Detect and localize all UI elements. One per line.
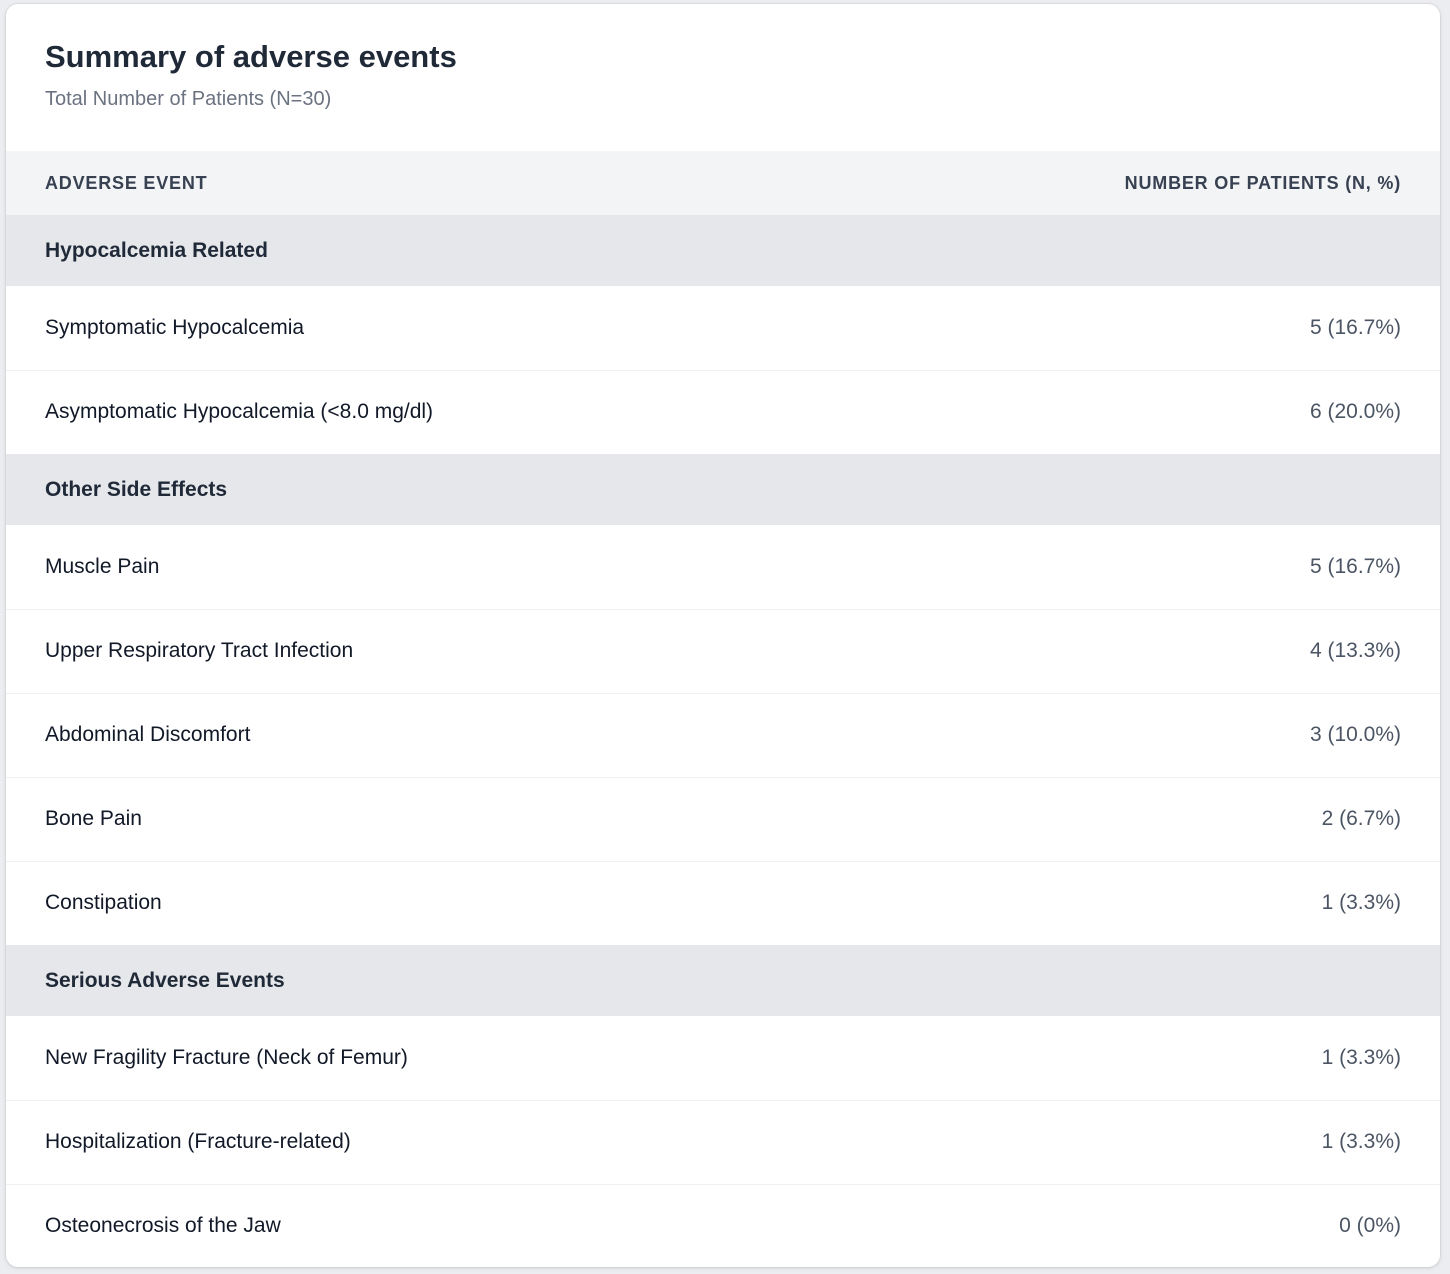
page-subtitle: Total Number of Patients (N=30) xyxy=(45,88,332,110)
event-count: 5 (16.7%) xyxy=(1309,315,1401,339)
group-row-hypocalcemia-related: Hypocalcemia Related xyxy=(6,215,1440,286)
page-title: Summary of adverse events xyxy=(45,39,457,74)
event-count: 1 (3.3%) xyxy=(1321,1045,1401,1069)
event-count: 6 (20.0%) xyxy=(1309,400,1401,424)
adverse-events-table: Adverse Event Number of Patients (n, %) … xyxy=(6,151,1440,1267)
table-row: Symptomatic Hypocalcemia 5 (16.7%) xyxy=(6,286,1440,370)
column-header-number-of-patients: Number of Patients (n, %) xyxy=(1124,172,1401,193)
adverse-events-card: Summary of adverse events Total Number o… xyxy=(6,4,1440,1267)
table-row: Abdominal Discomfort 3 (10.0%) xyxy=(6,693,1440,777)
table-row: Muscle Pain 5 (16.7%) xyxy=(6,525,1440,609)
table-body: Hypocalcemia Related Symptomatic Hypocal… xyxy=(6,215,1440,1267)
event-name: Abdominal Discomfort xyxy=(45,723,251,746)
event-count: 5 (16.7%) xyxy=(1309,554,1401,578)
event-name: Asymptomatic Hypocalcemia (<8.0 mg/dl) xyxy=(45,400,434,424)
table-row: Asymptomatic Hypocalcemia (<8.0 mg/dl) 6… xyxy=(6,370,1440,454)
table-header-row: Adverse Event Number of Patients (n, %) xyxy=(6,151,1440,215)
event-name: Symptomatic Hypocalcemia xyxy=(45,315,305,339)
table-row: New Fragility Fracture (Neck of Femur) 1… xyxy=(6,1016,1440,1100)
table-row: Constipation 1 (3.3%) xyxy=(6,861,1440,945)
group-label: Serious Adverse Events xyxy=(45,968,285,992)
event-name: New Fragility Fracture (Neck of Femur) xyxy=(45,1045,408,1069)
event-count: 4 (13.3%) xyxy=(1309,639,1401,662)
table-row: Bone Pain 2 (6.7%) xyxy=(6,777,1440,861)
event-count: 1 (3.3%) xyxy=(1321,1130,1401,1153)
table-row: Upper Respiratory Tract Infection 4 (13.… xyxy=(6,609,1440,693)
event-name: Constipation xyxy=(45,891,162,915)
event-name: Upper Respiratory Tract Infection xyxy=(45,639,354,662)
group-label: Hypocalcemia Related xyxy=(45,238,268,262)
table-header: Adverse Event Number of Patients (n, %) xyxy=(6,151,1440,215)
card-header: Summary of adverse events Total Number o… xyxy=(6,4,1440,151)
event-count: 3 (10.0%) xyxy=(1309,723,1401,746)
event-name: Muscle Pain xyxy=(45,554,160,578)
group-row-other-side-effects: Other Side Effects xyxy=(6,454,1440,525)
event-count: 0 (0%) xyxy=(1339,1214,1401,1238)
event-name: Hospitalization (Fracture-related) xyxy=(45,1130,351,1153)
event-name: Bone Pain xyxy=(45,807,142,830)
group-row-serious-adverse-events: Serious Adverse Events xyxy=(6,945,1440,1016)
event-count: 2 (6.7%) xyxy=(1321,807,1401,830)
column-header-adverse-event: Adverse Event xyxy=(45,172,208,193)
event-name: Osteonecrosis of the Jaw xyxy=(45,1214,281,1238)
table-row: Hospitalization (Fracture-related) 1 (3.… xyxy=(6,1100,1440,1184)
table-row: Osteonecrosis of the Jaw 0 (0%) xyxy=(6,1184,1440,1267)
event-count: 1 (3.3%) xyxy=(1321,891,1401,915)
group-label: Other Side Effects xyxy=(45,477,228,501)
